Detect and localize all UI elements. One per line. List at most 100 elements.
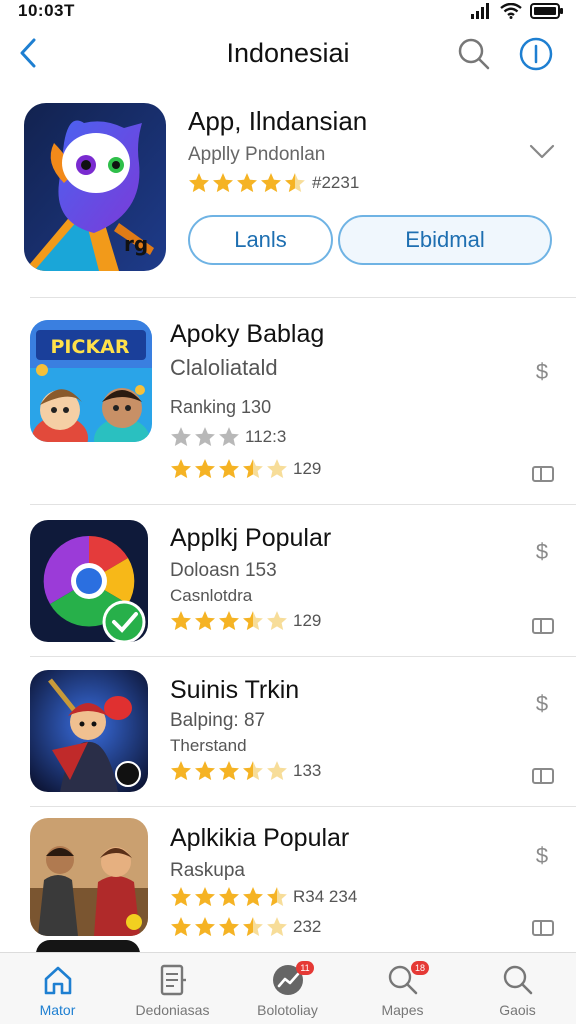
star-icon	[267, 917, 287, 937]
star-icon	[195, 917, 215, 937]
rating-count: 129	[293, 611, 322, 630]
star-icon	[267, 611, 287, 631]
tab-search[interactable]: Gaois	[460, 953, 575, 1024]
search-icon	[503, 965, 532, 995]
star-icon	[171, 427, 191, 447]
star-icon	[243, 761, 263, 781]
tab-label: Dedoniasas	[135, 1002, 210, 1018]
wifi-icon	[500, 3, 522, 19]
document-icon	[160, 964, 186, 996]
secondary-rating: 112:3	[170, 426, 286, 448]
launch-button[interactable]: Lanls	[188, 215, 333, 265]
rating-stars	[170, 610, 288, 632]
adventurers-icon	[30, 818, 148, 936]
star-icon	[171, 761, 191, 781]
list-item[interactable]: Suinis Trkin Balping: 87 Therstand 133 $	[0, 662, 576, 807]
search-icon	[458, 38, 490, 70]
notification-badge: 11	[296, 961, 314, 975]
info-button[interactable]	[518, 36, 554, 72]
price-icon[interactable]: $	[531, 538, 553, 566]
app-ranking: Balping: 87	[170, 710, 266, 731]
app-rating: 129	[170, 458, 321, 480]
star-icon	[219, 611, 239, 631]
home-icon	[44, 966, 71, 995]
app-category: Claloliatald	[170, 355, 278, 380]
secondary-rating-count: 112:3	[245, 427, 287, 446]
status-time: 10:03T	[18, 1, 75, 20]
list-item[interactable]: PICKAR Apoky Bablag Claloliatald Ranking…	[0, 310, 576, 500]
rating-stars	[188, 172, 306, 194]
ticket-icon[interactable]	[532, 768, 554, 784]
status-icons	[470, 3, 564, 19]
ticket-icon[interactable]	[532, 920, 554, 936]
app-ranking: Raskupa	[170, 860, 245, 881]
list-item[interactable]: Aplkikia Popular Raskupa R34 234 232 $	[0, 812, 576, 947]
star-icon	[171, 917, 191, 937]
expand-button[interactable]	[528, 140, 556, 164]
divider	[30, 297, 576, 298]
app-title[interactable]: Suinis Trkin	[170, 676, 299, 705]
star-icon	[243, 917, 263, 937]
app-category: Casnlotdra	[170, 586, 253, 605]
app-title[interactable]: Apoky Bablag	[170, 320, 324, 349]
tab-documents[interactable]: Dedoniasas	[115, 953, 230, 1024]
warrior-character-icon	[30, 670, 148, 792]
notification-badge: 18	[411, 961, 429, 975]
divider	[30, 656, 576, 657]
star-icon	[243, 887, 263, 907]
star-icon	[171, 887, 191, 907]
app-icon[interactable]: PICKAR	[30, 320, 152, 442]
search-button[interactable]	[456, 36, 492, 72]
star-icon	[243, 459, 263, 479]
tab-trending[interactable]: 11 Bolotoliay	[230, 953, 345, 1024]
price-icon[interactable]: $	[531, 358, 553, 386]
download-button[interactable]: Ebidmal	[338, 215, 552, 265]
app-category: Therstand	[170, 736, 247, 755]
star-icon	[195, 887, 215, 907]
app-downloads: Doloasn 153	[170, 560, 277, 581]
app-icon[interactable]	[30, 818, 148, 936]
list-item[interactable]: Applkj Popular Doloasn 153 Casnlotdra 12…	[0, 510, 576, 655]
rating-count: 133	[293, 761, 322, 780]
ticket-icon[interactable]	[532, 466, 554, 482]
chrome-like-icon	[30, 520, 148, 642]
rating-stars	[170, 458, 288, 480]
featured-rating: #2231	[188, 172, 359, 194]
featured-app-icon[interactable]: rg	[24, 103, 166, 271]
featured-app-title[interactable]: App, Ilndansian	[188, 106, 367, 137]
tab-bar: Mator Dedoniasas 11 Bolotoliay 18 Mapes	[0, 952, 576, 1024]
featured-app-subtitle: Applly Pndonlan	[188, 144, 326, 165]
divider	[30, 806, 576, 807]
bird-mascot-icon: rg	[24, 103, 166, 271]
star-icon	[171, 459, 191, 479]
app-title[interactable]: Aplkikia Popular	[170, 824, 349, 853]
star-icon	[285, 173, 305, 193]
star-icon	[213, 173, 233, 193]
icon-label: PICKAR	[51, 336, 130, 358]
tab-home[interactable]: Mator	[0, 953, 115, 1024]
star-icon	[267, 887, 287, 907]
star-icon	[243, 611, 263, 631]
app-icon[interactable]	[30, 670, 148, 792]
star-icon	[219, 427, 239, 447]
rating-stars	[170, 886, 288, 908]
star-icon	[219, 917, 239, 937]
rating-stars	[170, 760, 288, 782]
app-icon[interactable]	[30, 520, 148, 642]
info-icon	[519, 37, 553, 71]
star-icon	[195, 459, 215, 479]
rating-count: R34 234	[293, 887, 358, 906]
ticket-icon[interactable]	[532, 618, 554, 634]
price-icon[interactable]: $	[531, 842, 553, 870]
app-ranking: Ranking 130	[170, 397, 272, 417]
tab-label: Gaois	[499, 1002, 536, 1018]
tab-maps[interactable]: 18 Mapes	[345, 953, 460, 1024]
star-icon	[195, 611, 215, 631]
app-rating: 133	[170, 760, 321, 782]
star-icon	[267, 761, 287, 781]
price-icon[interactable]: $	[531, 690, 553, 718]
star-icon	[195, 761, 215, 781]
nav-bar: Indonesiai	[0, 26, 576, 82]
divider	[30, 504, 576, 505]
app-title[interactable]: Applkj Popular	[170, 524, 331, 553]
